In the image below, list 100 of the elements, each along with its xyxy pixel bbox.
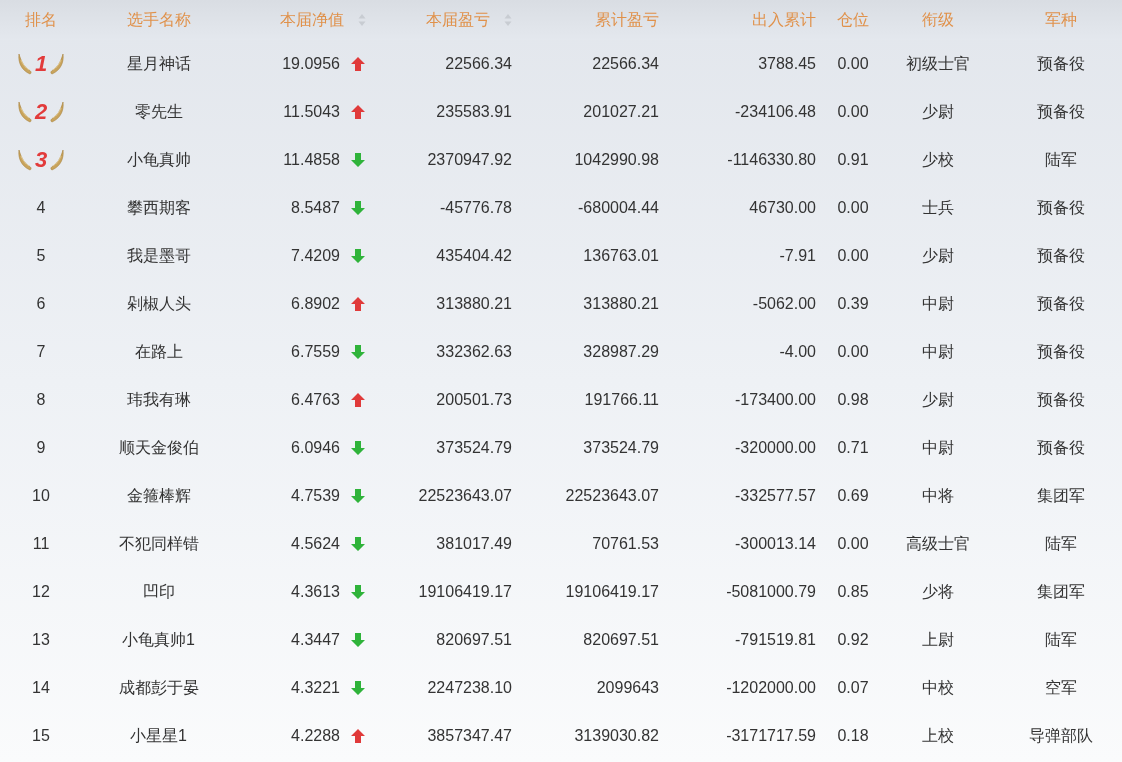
rank-title: 中校 [921,678,954,698]
position: 0.91 [837,150,869,170]
total-pnl: 19106419.17 [565,582,659,602]
rank-number: 12 [32,582,50,602]
net-value: 4.7539 [291,486,340,506]
total-pnl: 328987.29 [583,342,659,362]
rank-number: 13 [32,630,50,650]
net-flow: -300013.14 [735,534,816,554]
position: 0.85 [837,582,869,602]
position: 0.92 [837,630,869,650]
net-value: 4.3221 [291,678,340,698]
net-value: 11.5043 [283,102,340,122]
rank-title: 中将 [921,486,954,506]
period-pnl: 19106419.17 [418,582,512,602]
player-name: 玮我有琳 [126,390,191,410]
column-header: 军种 [1044,10,1077,30]
player-name: 攀西期客 [126,198,191,218]
player-name: 金箍棒辉 [126,486,191,506]
rank-title: 上校 [921,726,954,746]
branch: 预备役 [1036,390,1085,410]
branch: 陆军 [1044,150,1077,170]
net-flow: -7.91 [779,246,816,266]
net-flow: -320000.00 [735,438,816,458]
rank-title: 少尉 [921,102,954,122]
branch: 集团军 [1036,582,1085,602]
rank-title: 少校 [921,150,954,170]
net-flow: -5062.00 [752,294,816,314]
wing-icon [16,148,33,172]
player-name: 小星星1 [130,726,187,746]
player-name: 我是墨哥 [126,246,191,266]
net-value: 4.3613 [291,582,340,602]
rank-number: 15 [32,726,50,746]
rank-title: 少尉 [921,246,954,266]
total-pnl: 136763.01 [583,246,659,266]
period-pnl: -45776.78 [439,198,512,218]
wing-icon [49,148,66,172]
column-header: 选手名称 [126,10,191,30]
wing-icon [49,100,66,124]
branch: 预备役 [1036,54,1085,74]
net-value: 4.5624 [291,534,340,554]
period-pnl: 820697.51 [436,630,512,650]
branch: 预备役 [1036,294,1085,314]
player-name: 小龟真帅 [126,150,191,170]
total-pnl: 70761.53 [592,534,659,554]
rank-title: 少尉 [921,390,954,410]
total-pnl: 373524.79 [583,438,659,458]
period-pnl: 2247238.10 [427,678,512,698]
total-pnl: 3139030.82 [574,726,659,746]
branch: 预备役 [1036,246,1085,266]
total-pnl: 191766.11 [584,390,659,410]
column-header: 排名 [25,10,57,30]
branch: 预备役 [1036,102,1085,122]
total-pnl: 820697.51 [583,630,659,650]
wing-icon [49,52,66,76]
position: 0.98 [837,390,869,410]
total-pnl: 22566.34 [592,54,659,74]
position: 0.07 [837,678,869,698]
branch: 空军 [1044,678,1077,698]
player-name: 凹印 [142,582,175,602]
position: 0.69 [837,486,869,506]
net-value: 4.2288 [291,726,340,746]
rank-number: 1 [34,53,48,75]
position: 0.00 [837,534,869,554]
net-value: 11.4858 [283,150,340,170]
position: 0.00 [837,54,869,74]
period-pnl: 332362.63 [436,342,512,362]
net-value: 6.0946 [291,438,340,458]
rank-title: 初级士官 [905,54,970,74]
period-pnl: 381017.49 [436,534,512,554]
column-header: 仓位 [837,10,869,30]
rank-number: 11 [32,534,50,554]
position: 0.00 [837,342,869,362]
sort-icon[interactable] [358,13,366,27]
player-name: 不犯同样错 [118,534,199,554]
rank-title: 士兵 [921,198,954,218]
position: 0.00 [837,246,869,266]
period-pnl: 2370947.92 [427,150,512,170]
rank-number: 4 [36,198,46,218]
period-pnl: 435404.42 [436,246,512,266]
rank-title: 中尉 [921,294,954,314]
sort-icon[interactable] [504,13,512,27]
net-flow: -173400.00 [735,390,816,410]
player-name: 剁椒人头 [126,294,191,314]
rank-title: 上尉 [921,630,954,650]
branch: 预备役 [1036,342,1085,362]
rank-number: 14 [32,678,50,698]
total-pnl: 313880.21 [583,294,659,314]
player-name: 顺天金俊伯 [118,438,199,458]
column-header[interactable]: 本届净值 [280,8,366,32]
rank-title: 中尉 [921,438,954,458]
branch: 预备役 [1036,198,1085,218]
net-value: 19.0956 [282,54,340,74]
column-header[interactable]: 本届盈亏 [426,8,512,32]
net-value: 6.7559 [291,342,340,362]
position: 0.00 [837,102,869,122]
total-pnl: 1042990.98 [574,150,659,170]
position: 0.39 [837,294,869,314]
period-pnl: 235583.91 [436,102,512,122]
total-pnl: 22523643.07 [565,486,659,506]
wing-icon [16,100,33,124]
